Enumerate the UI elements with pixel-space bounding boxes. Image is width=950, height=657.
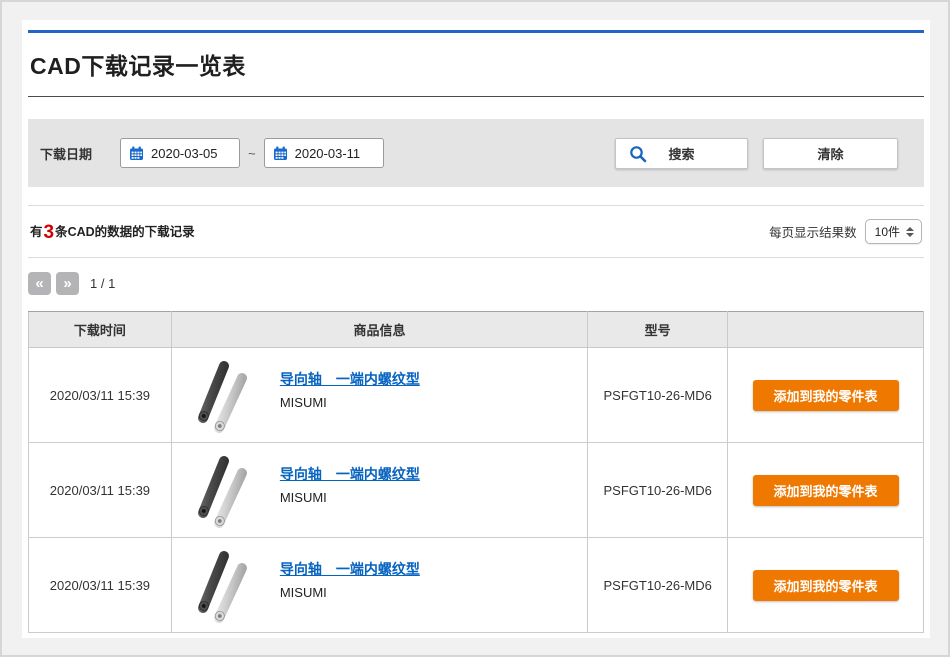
results-prefix: 有 bbox=[30, 225, 43, 239]
calendar-icon bbox=[129, 146, 144, 161]
model-number: PSFGT10-26-MD6 bbox=[588, 538, 728, 633]
filter-bar: 下载日期 2020-03-05 ~ 2020-03-11 搜索 清除 bbox=[28, 119, 924, 187]
model-number: PSFGT10-26-MD6 bbox=[588, 443, 728, 538]
page-indicator: 1 / 1 bbox=[90, 276, 115, 291]
download-time: 2020/03/11 15:39 bbox=[29, 443, 172, 538]
page-background: { "page": { "title": "CAD下载记录一览表" }, "co… bbox=[0, 0, 950, 657]
results-suffix: 条CAD的数据的下载记录 bbox=[55, 225, 195, 239]
product-text-block: 导向轴 一端内螺纹型 MISUMI bbox=[280, 355, 420, 410]
header-download-time: 下载时间 bbox=[29, 312, 172, 348]
pagination: « » 1 / 1 bbox=[28, 272, 924, 295]
product-image bbox=[186, 545, 258, 625]
add-to-parts-list-button[interactable]: 添加到我的零件表 bbox=[753, 570, 899, 601]
table-row: 2020/03/11 15:39 导向轴 一端内螺纹型 MISUMI PSFGT… bbox=[29, 538, 924, 633]
date-to-input[interactable]: 2020-03-11 bbox=[264, 138, 384, 168]
product-link[interactable]: 导向轴 一端内螺纹型 bbox=[280, 371, 420, 387]
product-link[interactable]: 导向轴 一端内螺纹型 bbox=[280, 561, 420, 577]
date-range-separator: ~ bbox=[248, 146, 256, 161]
results-count: 3 bbox=[43, 222, 56, 243]
header-model: 型号 bbox=[588, 312, 728, 348]
date-from-value: 2020-03-05 bbox=[151, 146, 218, 161]
product-info-cell: 导向轴 一端内螺纹型 MISUMI bbox=[172, 545, 587, 625]
header-product-info: 商品信息 bbox=[171, 312, 587, 348]
table-header-row: 下载时间 商品信息 型号 bbox=[29, 312, 924, 348]
product-text-block: 导向轴 一端内螺纹型 MISUMI bbox=[280, 450, 420, 505]
download-records-table: 下载时间 商品信息 型号 2020/03/11 15:39 导向轴 一端内螺纹型… bbox=[28, 311, 924, 633]
brand-name: MISUMI bbox=[280, 395, 420, 410]
date-range-label: 下载日期 bbox=[40, 144, 92, 163]
calendar-icon bbox=[273, 146, 288, 161]
product-link[interactable]: 导向轴 一端内螺纹型 bbox=[280, 466, 420, 482]
up-down-arrows-icon bbox=[906, 227, 914, 237]
table-row: 2020/03/11 15:39 导向轴 一端内螺纹型 MISUMI PSFGT… bbox=[29, 348, 924, 443]
add-to-parts-list-button[interactable]: 添加到我的零件表 bbox=[753, 380, 899, 411]
results-summary: 有3条CAD的数据的下载记录 bbox=[30, 221, 195, 242]
date-from-input[interactable]: 2020-03-05 bbox=[120, 138, 240, 168]
product-info-cell: 导向轴 一端内螺纹型 MISUMI bbox=[172, 450, 587, 530]
date-to-value: 2020-03-11 bbox=[295, 146, 361, 161]
content-card: CAD下载记录一览表 下载日期 2020-03-05 ~ 2020-03-11 … bbox=[22, 20, 930, 638]
page-title: CAD下载记录一览表 bbox=[30, 47, 924, 81]
brand-name: MISUMI bbox=[280, 490, 420, 505]
search-button-label: 搜索 bbox=[668, 147, 694, 162]
prev-page-button[interactable]: « bbox=[28, 272, 51, 295]
add-to-parts-list-button[interactable]: 添加到我的零件表 bbox=[753, 475, 899, 506]
product-image bbox=[186, 450, 258, 530]
next-page-button[interactable]: » bbox=[56, 272, 79, 295]
per-page-select[interactable]: 10件 bbox=[865, 219, 922, 244]
per-page-value: 10件 bbox=[875, 223, 900, 240]
product-image bbox=[186, 355, 258, 435]
per-page-label: 每页显示结果数 bbox=[769, 222, 857, 241]
clear-button-label: 清除 bbox=[817, 147, 843, 162]
download-time: 2020/03/11 15:39 bbox=[29, 538, 172, 633]
model-number: PSFGT10-26-MD6 bbox=[588, 348, 728, 443]
results-summary-row: 有3条CAD的数据的下载记录 每页显示结果数 10件 bbox=[28, 205, 924, 258]
download-time: 2020/03/11 15:39 bbox=[29, 348, 172, 443]
title-divider bbox=[28, 96, 924, 97]
header-action bbox=[728, 312, 924, 348]
accent-bar bbox=[28, 30, 924, 33]
table-row: 2020/03/11 15:39 导向轴 一端内螺纹型 MISUMI PSFGT… bbox=[29, 443, 924, 538]
product-info-cell: 导向轴 一端内螺纹型 MISUMI bbox=[172, 355, 587, 435]
product-text-block: 导向轴 一端内螺纹型 MISUMI bbox=[280, 545, 420, 600]
search-icon bbox=[629, 145, 647, 163]
clear-button[interactable]: 清除 bbox=[763, 138, 898, 169]
search-button[interactable]: 搜索 bbox=[615, 138, 748, 169]
brand-name: MISUMI bbox=[280, 585, 420, 600]
